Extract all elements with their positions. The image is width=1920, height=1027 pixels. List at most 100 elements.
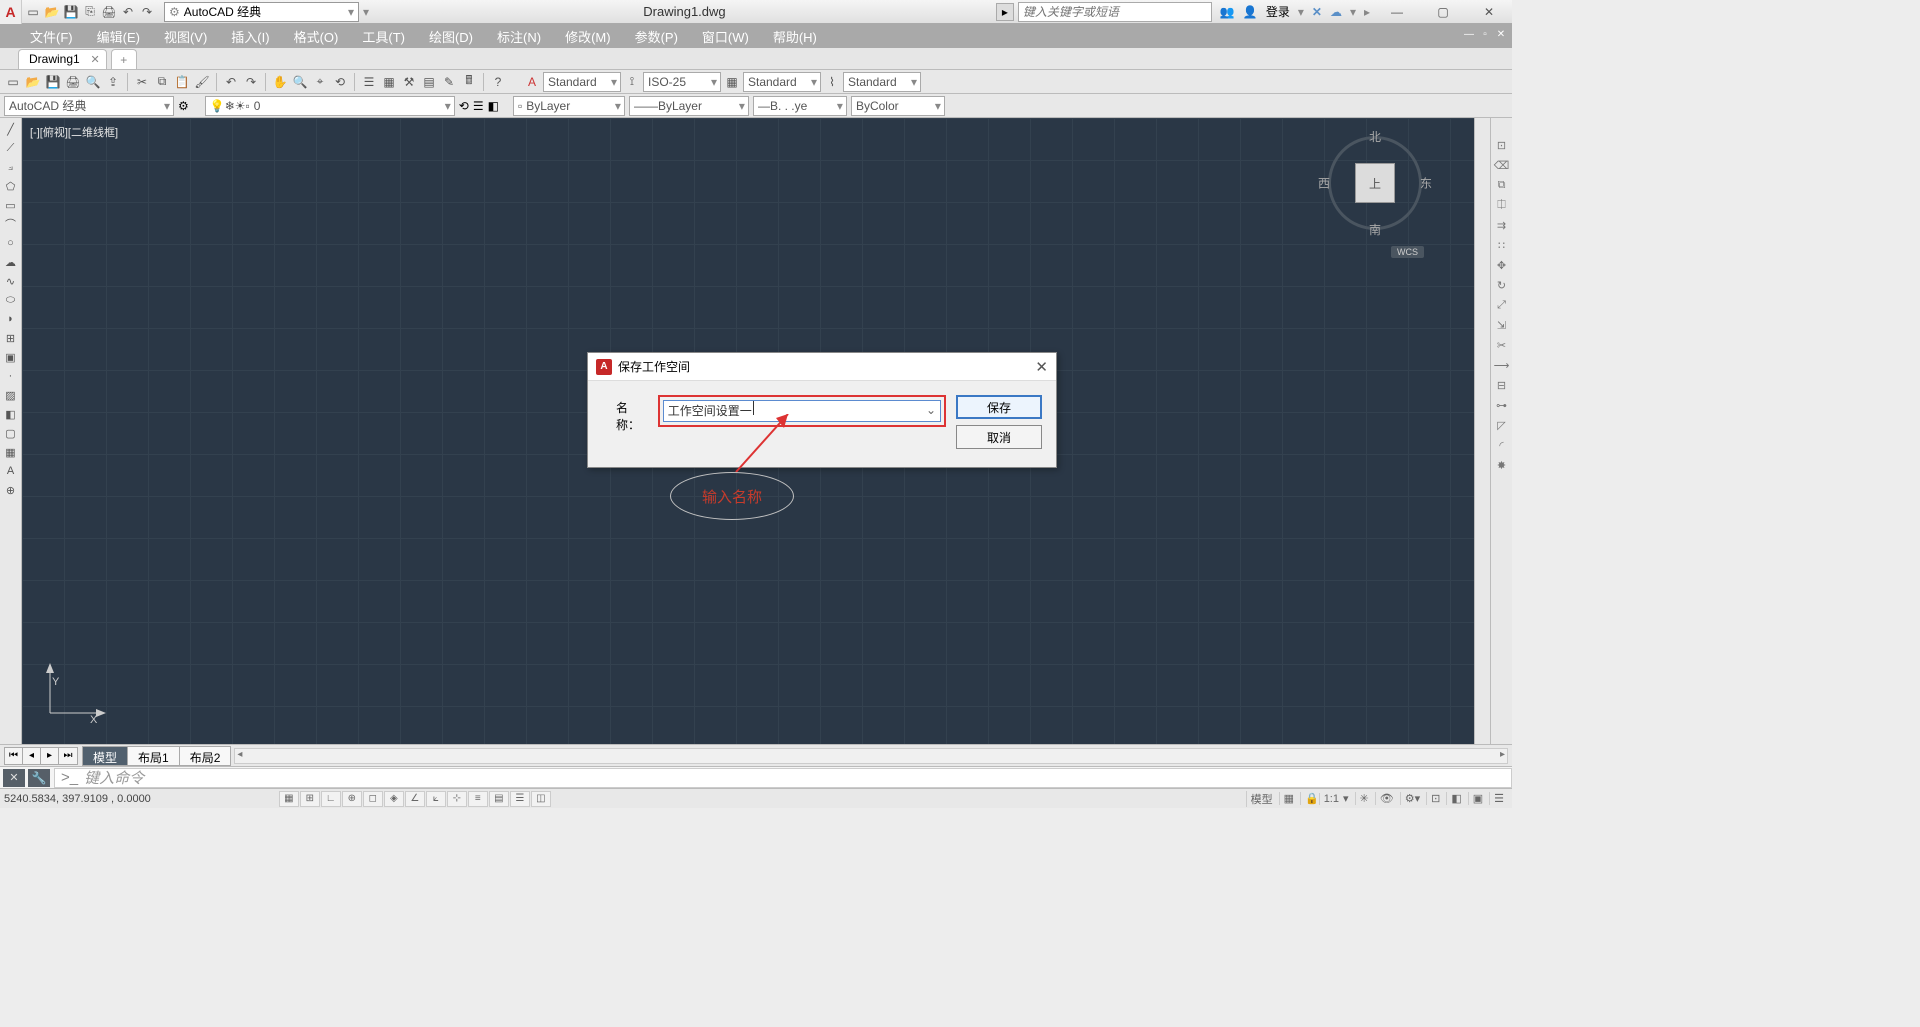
ellipse-icon[interactable]: ⬭ bbox=[2, 291, 20, 309]
new-icon[interactable]: ▭ bbox=[24, 3, 42, 21]
minimize-button[interactable]: ― bbox=[1374, 0, 1420, 24]
explode-icon[interactable]: ✸ bbox=[1493, 456, 1511, 474]
block-icon[interactable]: ▣ bbox=[2, 348, 20, 366]
undo-icon[interactable]: ↶ bbox=[119, 3, 137, 21]
menu-file[interactable]: 文件(F) bbox=[30, 27, 73, 46]
search-input[interactable] bbox=[1018, 2, 1212, 22]
ortho-toggle[interactable]: ∟ bbox=[321, 791, 341, 807]
layer-iso-icon[interactable]: ◧ bbox=[488, 99, 499, 113]
cloud-icon[interactable]: ☁ bbox=[1330, 5, 1342, 19]
maximize-button[interactable]: ▢ bbox=[1420, 0, 1466, 24]
grid-toggle[interactable]: ⊞ bbox=[300, 791, 320, 807]
saveas-icon[interactable]: ⎘ bbox=[81, 3, 99, 21]
menu-dimension[interactable]: 标注(N) bbox=[497, 27, 541, 46]
visibility-icon[interactable]: 👁 bbox=[1375, 792, 1398, 805]
arc-icon[interactable]: ⌒ bbox=[2, 215, 20, 233]
customize-icon[interactable]: ☰ bbox=[1489, 792, 1508, 805]
play-icon[interactable]: ▸ bbox=[996, 3, 1014, 21]
vertical-scrollbar[interactable] bbox=[1474, 118, 1490, 744]
snap-toggle[interactable]: ▦ bbox=[279, 791, 299, 807]
layout-last-icon[interactable]: ⏭ bbox=[59, 748, 77, 764]
revcloud-icon[interactable]: ☁ bbox=[2, 253, 20, 271]
polar-toggle[interactable]: ⊕ bbox=[342, 791, 362, 807]
region-icon[interactable]: ▢ bbox=[2, 424, 20, 442]
tb-open-icon[interactable]: 📂 bbox=[24, 73, 42, 91]
textstyle-combo[interactable]: Standard bbox=[543, 72, 621, 92]
ws-switch-icon[interactable]: ⚙▾ bbox=[1400, 792, 1424, 805]
viewcube-west[interactable]: 西 bbox=[1318, 175, 1330, 192]
tb-save-icon[interactable]: 💾 bbox=[44, 73, 62, 91]
scale-label[interactable]: 🔒1:1▾ bbox=[1300, 792, 1353, 805]
ws-gear-icon[interactable]: ⚙ bbox=[178, 99, 189, 113]
array-icon[interactable]: ∷ bbox=[1493, 236, 1511, 254]
dyn-toggle[interactable]: ⊹ bbox=[447, 791, 467, 807]
tb-cut-icon[interactable]: ✂ bbox=[133, 73, 151, 91]
3dosnap-toggle[interactable]: ◈ bbox=[384, 791, 404, 807]
mirror-icon[interactable]: ⎅ bbox=[1493, 196, 1511, 214]
xline-icon[interactable]: ⟋ bbox=[2, 139, 20, 157]
annoscale-icon[interactable]: ✳ bbox=[1355, 792, 1373, 805]
fillet-icon[interactable]: ◜ bbox=[1493, 436, 1511, 454]
color-combo[interactable]: ▫ByLayer bbox=[513, 96, 625, 116]
chamfer-icon[interactable]: ◸ bbox=[1493, 416, 1511, 434]
redo-icon[interactable]: ↷ bbox=[138, 3, 156, 21]
menu-view[interactable]: 视图(V) bbox=[164, 27, 207, 46]
dialog-titlebar[interactable]: A 保存工作空间 ✕ bbox=[588, 353, 1056, 381]
layout-prev-icon[interactable]: ◂ bbox=[23, 748, 41, 764]
menu-tools[interactable]: 工具(T) bbox=[362, 27, 405, 46]
clean-icon[interactable]: ▣ bbox=[1468, 792, 1487, 805]
tb-pan-icon[interactable]: ✋ bbox=[271, 73, 289, 91]
tb-zoomprev-icon[interactable]: ⟲ bbox=[331, 73, 349, 91]
mdi-restore-icon[interactable]: ▫ bbox=[1478, 27, 1492, 41]
tb-sheet-icon[interactable]: ▤ bbox=[420, 73, 438, 91]
grid-icon[interactable]: ▦ bbox=[1279, 792, 1298, 805]
tb-zoom-icon[interactable]: 🔍 bbox=[291, 73, 309, 91]
mtext-icon[interactable]: A bbox=[2, 462, 20, 480]
cancel-button[interactable]: 取消 bbox=[956, 425, 1042, 449]
login-icon[interactable]: 👤 bbox=[1243, 5, 1258, 19]
login-label[interactable]: 登录 bbox=[1266, 3, 1290, 20]
drawing-canvas[interactable]: [-][俯视][二维线框] Y X 上 北 南 东 西 WCS A 保存工作空间… bbox=[22, 118, 1474, 744]
tablestyle-combo[interactable]: Standard bbox=[743, 72, 821, 92]
lwt-toggle[interactable]: ≡ bbox=[468, 791, 488, 807]
nav-full-icon[interactable]: ⊡ bbox=[1493, 136, 1511, 154]
tb-preview-icon[interactable]: 🔍 bbox=[84, 73, 102, 91]
pline-icon[interactable]: ⟓ bbox=[2, 158, 20, 176]
tb-zoomwin-icon[interactable]: ⌖ bbox=[311, 73, 329, 91]
point-icon[interactable]: · bbox=[2, 367, 20, 385]
tb-undo-icon[interactable]: ↶ bbox=[222, 73, 240, 91]
dimstyle-combo[interactable]: ISO-25 bbox=[643, 72, 721, 92]
rotate-icon[interactable]: ↻ bbox=[1493, 276, 1511, 294]
qp-toggle[interactable]: ☰ bbox=[510, 791, 530, 807]
menu-parametric[interactable]: 参数(P) bbox=[635, 27, 678, 46]
tb-copy-icon[interactable]: ⧉ bbox=[153, 73, 171, 91]
tb-redo-icon[interactable]: ↷ bbox=[242, 73, 260, 91]
hardware-icon[interactable]: ⊡ bbox=[1426, 792, 1444, 805]
layer-combo[interactable]: 💡❄☀▫ 0 bbox=[205, 96, 455, 116]
coordinates[interactable]: 5240.5834, 397.9109 , 0.0000 bbox=[4, 793, 151, 805]
view-cube[interactable]: 上 北 南 东 西 bbox=[1320, 128, 1430, 238]
layer-prev-icon[interactable]: ⟲ bbox=[459, 99, 469, 113]
table-icon[interactable]: ▦ bbox=[2, 443, 20, 461]
save-button[interactable]: 保存 bbox=[956, 395, 1042, 419]
hatch-icon[interactable]: ▨ bbox=[2, 386, 20, 404]
tpy-toggle[interactable]: ▤ bbox=[489, 791, 509, 807]
scale-icon[interactable]: ⤢ bbox=[1493, 296, 1511, 314]
tab-layout1[interactable]: 布局1 bbox=[127, 746, 180, 766]
line-icon[interactable]: ╱ bbox=[2, 120, 20, 138]
app-icon[interactable]: A bbox=[0, 0, 22, 24]
sc-toggle[interactable]: ◫ bbox=[531, 791, 551, 807]
print-icon[interactable]: 🖨 bbox=[100, 3, 118, 21]
break-icon[interactable]: ⊟ bbox=[1493, 376, 1511, 394]
tab-layout2[interactable]: 布局2 bbox=[179, 746, 232, 766]
exchange-icon[interactable]: ✕ bbox=[1312, 5, 1322, 19]
viewport-label[interactable]: [-][俯视][二维线框] bbox=[30, 124, 118, 140]
polygon-icon[interactable]: ⬠ bbox=[2, 177, 20, 195]
tb-paste-icon[interactable]: 📋 bbox=[173, 73, 191, 91]
doc-tab[interactable]: Drawing1 ✕ bbox=[18, 49, 107, 69]
ellipsearc-icon[interactable]: ◗ bbox=[2, 310, 20, 328]
viewcube-east[interactable]: 东 bbox=[1420, 175, 1432, 192]
workspace-combo[interactable]: ⚙ AutoCAD 经典 ▾ bbox=[164, 2, 359, 22]
open-icon[interactable]: 📂 bbox=[43, 3, 61, 21]
dimstyle-icon[interactable]: ⟟ bbox=[623, 73, 641, 91]
